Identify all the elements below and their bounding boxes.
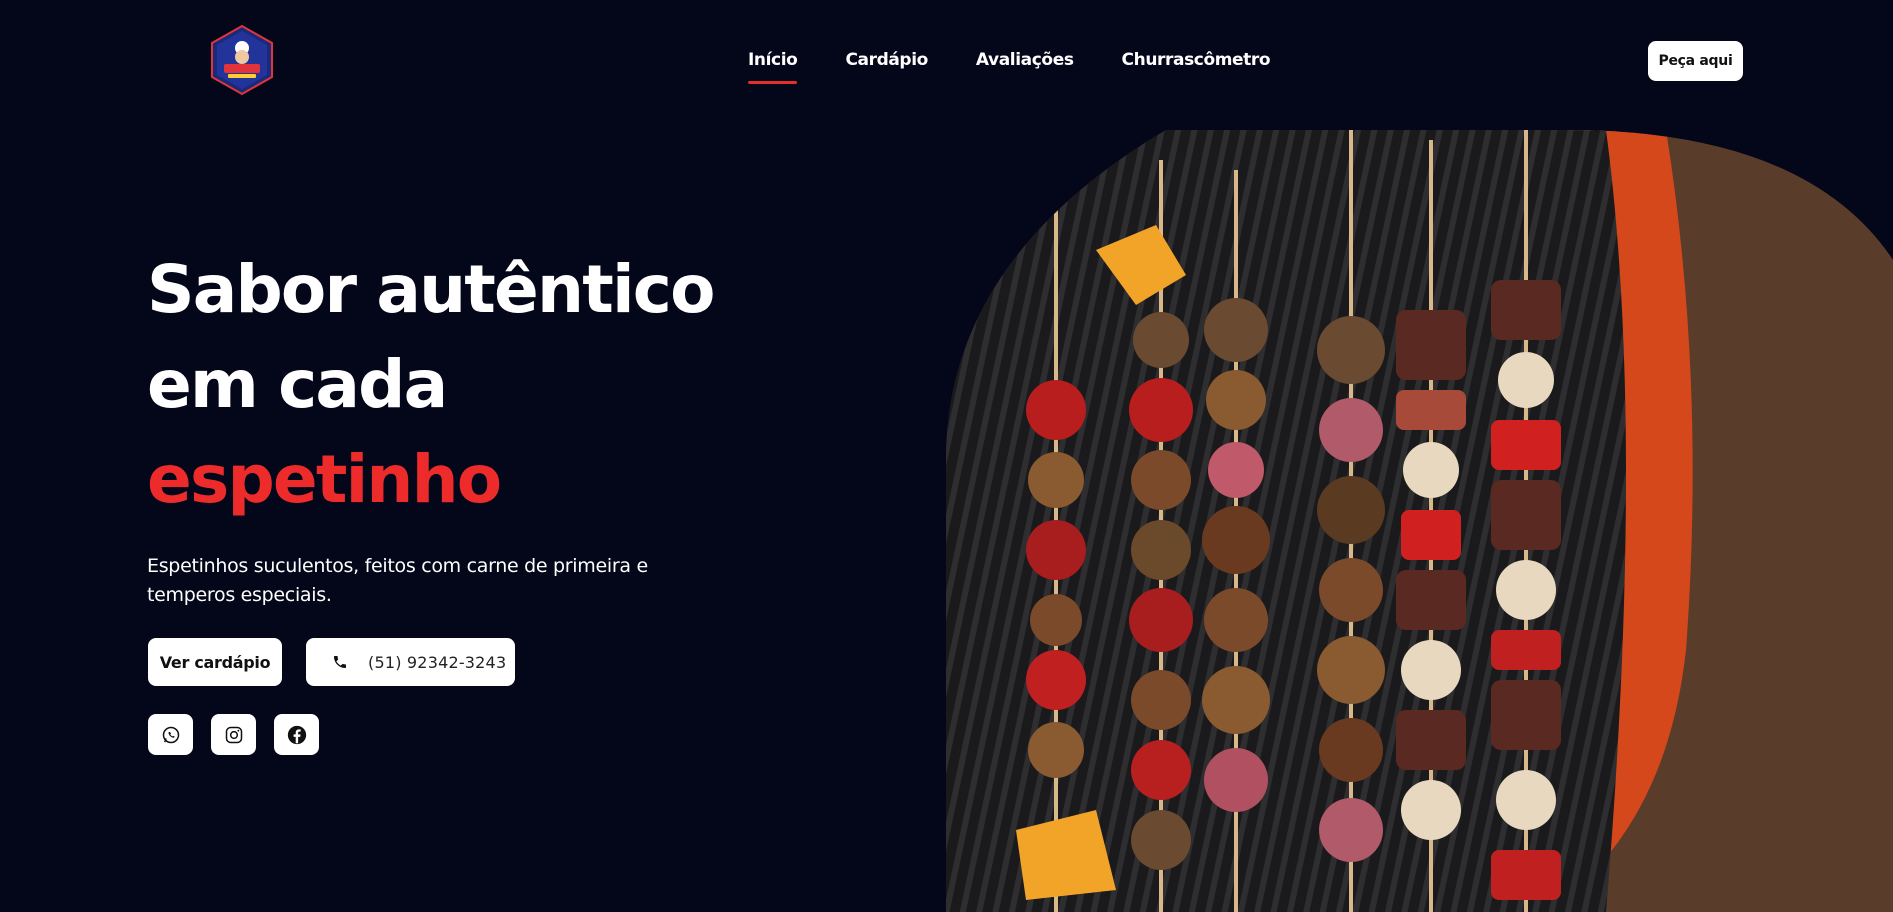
logo-badge-icon [211, 24, 273, 96]
hero-image [946, 130, 1893, 912]
nav-item-avaliacoes[interactable]: Avaliações [976, 50, 1074, 70]
facebook-icon [287, 725, 306, 744]
logo[interactable] [210, 24, 274, 96]
facebook-button[interactable] [274, 714, 319, 755]
view-menu-button[interactable]: Ver cardápio [148, 638, 282, 686]
hero-title-accent: espetinho [147, 441, 502, 518]
main-nav: Início Cardápio Avaliações Churrascômetr… [748, 50, 1271, 84]
phone-number: (51) 92342-3243 [368, 652, 507, 672]
instagram-icon [225, 726, 242, 743]
hero-subtitle: Espetinhos suculentos, feitos com carne … [147, 555, 648, 606]
hero-title-line1: Sabor autêntico [147, 251, 715, 328]
hero-title-line2: em cada [147, 346, 448, 423]
whatsapp-button[interactable] [148, 714, 193, 755]
nav-item-inicio[interactable]: Início [748, 50, 798, 84]
whatsapp-icon [162, 726, 179, 743]
skewers-photo [946, 130, 1893, 912]
nav-item-churrascometro[interactable]: Churrascômetro [1122, 50, 1271, 70]
nav-item-cardapio[interactable]: Cardápio [845, 50, 928, 70]
instagram-button[interactable] [211, 714, 256, 755]
phone-button[interactable]: (51) 92342-3243 [306, 638, 515, 686]
order-button[interactable]: Peça aqui [1648, 41, 1743, 81]
hero-title: Sabor autêntico em cada espetinho [147, 242, 715, 527]
phone-icon [332, 654, 348, 670]
